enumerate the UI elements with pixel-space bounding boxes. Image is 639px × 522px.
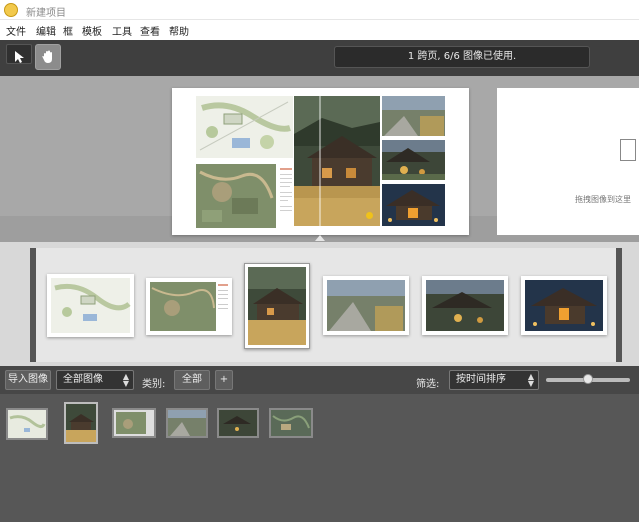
site-plan-mini-art bbox=[8, 410, 46, 438]
filter-label: 筛选: bbox=[416, 379, 440, 390]
spread-layout bbox=[196, 96, 445, 228]
menu-template[interactable]: 模板 bbox=[82, 23, 102, 38]
select-tool-button[interactable] bbox=[6, 44, 32, 64]
house-meadow-mini-art bbox=[66, 404, 96, 442]
menu-view[interactable]: 查看 bbox=[140, 23, 160, 38]
stone-path-mini-art bbox=[168, 410, 206, 436]
import-images-button[interactable]: 导入图像 bbox=[5, 370, 51, 390]
house-night-thumb-art bbox=[525, 280, 603, 331]
menu-tools[interactable]: 工具 bbox=[112, 23, 132, 38]
library-item-stone-path[interactable] bbox=[166, 408, 208, 438]
site-plan-thumb-art bbox=[51, 278, 131, 333]
library-controls: 导入图像 全部图像 ▲ ▼ 类别: 全部 + 筛选: 按时间排序 ▲ ▼ bbox=[0, 366, 639, 394]
strip-thumb-house-night[interactable] bbox=[521, 276, 607, 335]
window-title: 新建项目 bbox=[26, 8, 66, 19]
strip-thumb-stone-path[interactable] bbox=[323, 276, 409, 335]
image-filter-select[interactable]: 全部图像 ▲ ▼ bbox=[56, 370, 134, 390]
photo-house-meadow bbox=[294, 96, 380, 226]
text-column bbox=[278, 164, 294, 228]
updown-arrows-icon: ▲ ▼ bbox=[527, 372, 534, 388]
strip-thumb-grading-plan[interactable] bbox=[146, 278, 232, 335]
courtyard-evening-mini-art bbox=[219, 410, 257, 436]
toolbar: 1 跨页, 6/6 图像已使用. bbox=[0, 40, 639, 76]
library-item-house-meadow[interactable] bbox=[64, 402, 98, 444]
house-night-mini-art bbox=[271, 410, 311, 436]
menu-help[interactable]: 帮助 bbox=[169, 23, 189, 38]
courtyard-evening-thumb-art bbox=[426, 280, 504, 331]
menu-file[interactable]: 文件 bbox=[6, 23, 26, 38]
image-frame-placeholder bbox=[620, 139, 636, 161]
strip-thumb-courtyard-evening[interactable] bbox=[422, 276, 508, 335]
app-logo-icon bbox=[4, 3, 18, 17]
next-spread-page[interactable]: 拖拽图像到这里 bbox=[497, 88, 639, 235]
grading-plan-thumb-art bbox=[150, 282, 228, 331]
strip-scroll-right[interactable] bbox=[616, 248, 622, 362]
house-meadow-thumb-art bbox=[248, 267, 306, 345]
menu-edit[interactable]: 编辑 bbox=[36, 23, 56, 38]
photo-stone-path bbox=[382, 96, 445, 136]
menu-frame[interactable]: 框 bbox=[63, 23, 73, 38]
stone-path-thumb-art bbox=[327, 280, 405, 331]
grading-plan-mini-art bbox=[114, 410, 154, 436]
library-item-site-plan[interactable] bbox=[6, 408, 48, 440]
category-label: 类别: bbox=[142, 379, 166, 390]
updown-arrows-icon: ▲ ▼ bbox=[122, 372, 129, 388]
strip-thumb-site-plan[interactable] bbox=[47, 274, 134, 337]
hand-tool-button[interactable] bbox=[35, 44, 61, 70]
strip-thumb-house-meadow[interactable] bbox=[244, 263, 310, 349]
title-bar: 新建项目 bbox=[0, 0, 639, 20]
photo-courtyard-evening bbox=[382, 140, 445, 180]
sort-value: 按时间排序 bbox=[456, 374, 506, 385]
photo-marker-dot[interactable] bbox=[366, 212, 373, 219]
sort-select[interactable]: 按时间排序 ▲ ▼ bbox=[449, 370, 539, 390]
drop-hint-text: 拖拽图像到这里 bbox=[575, 195, 631, 204]
library-item-courtyard-evening[interactable] bbox=[217, 408, 259, 438]
cursor-arrow-icon bbox=[15, 51, 24, 63]
add-category-button[interactable]: + bbox=[215, 370, 233, 390]
page-canvas[interactable]: 拖拽图像到这里 bbox=[0, 76, 639, 242]
spread-pointer bbox=[315, 235, 325, 241]
image-filter-value: 全部图像 bbox=[63, 374, 103, 385]
category-all-button[interactable]: 全部 bbox=[174, 370, 210, 390]
hand-icon bbox=[42, 50, 52, 63]
library-item-grading-plan[interactable] bbox=[112, 408, 156, 438]
photo-grading-plan bbox=[196, 164, 276, 228]
photo-house-night bbox=[382, 184, 445, 226]
zoom-slider-handle[interactable] bbox=[583, 374, 593, 384]
library-item-house-night[interactable] bbox=[269, 408, 313, 438]
photo-site-plan bbox=[196, 96, 293, 158]
spread-page[interactable] bbox=[172, 88, 469, 235]
usage-status: 1 跨页, 6/6 图像已使用. bbox=[334, 46, 590, 68]
menu-bar: 文件 编辑 框 模板 工具 查看 帮助 bbox=[0, 20, 639, 40]
